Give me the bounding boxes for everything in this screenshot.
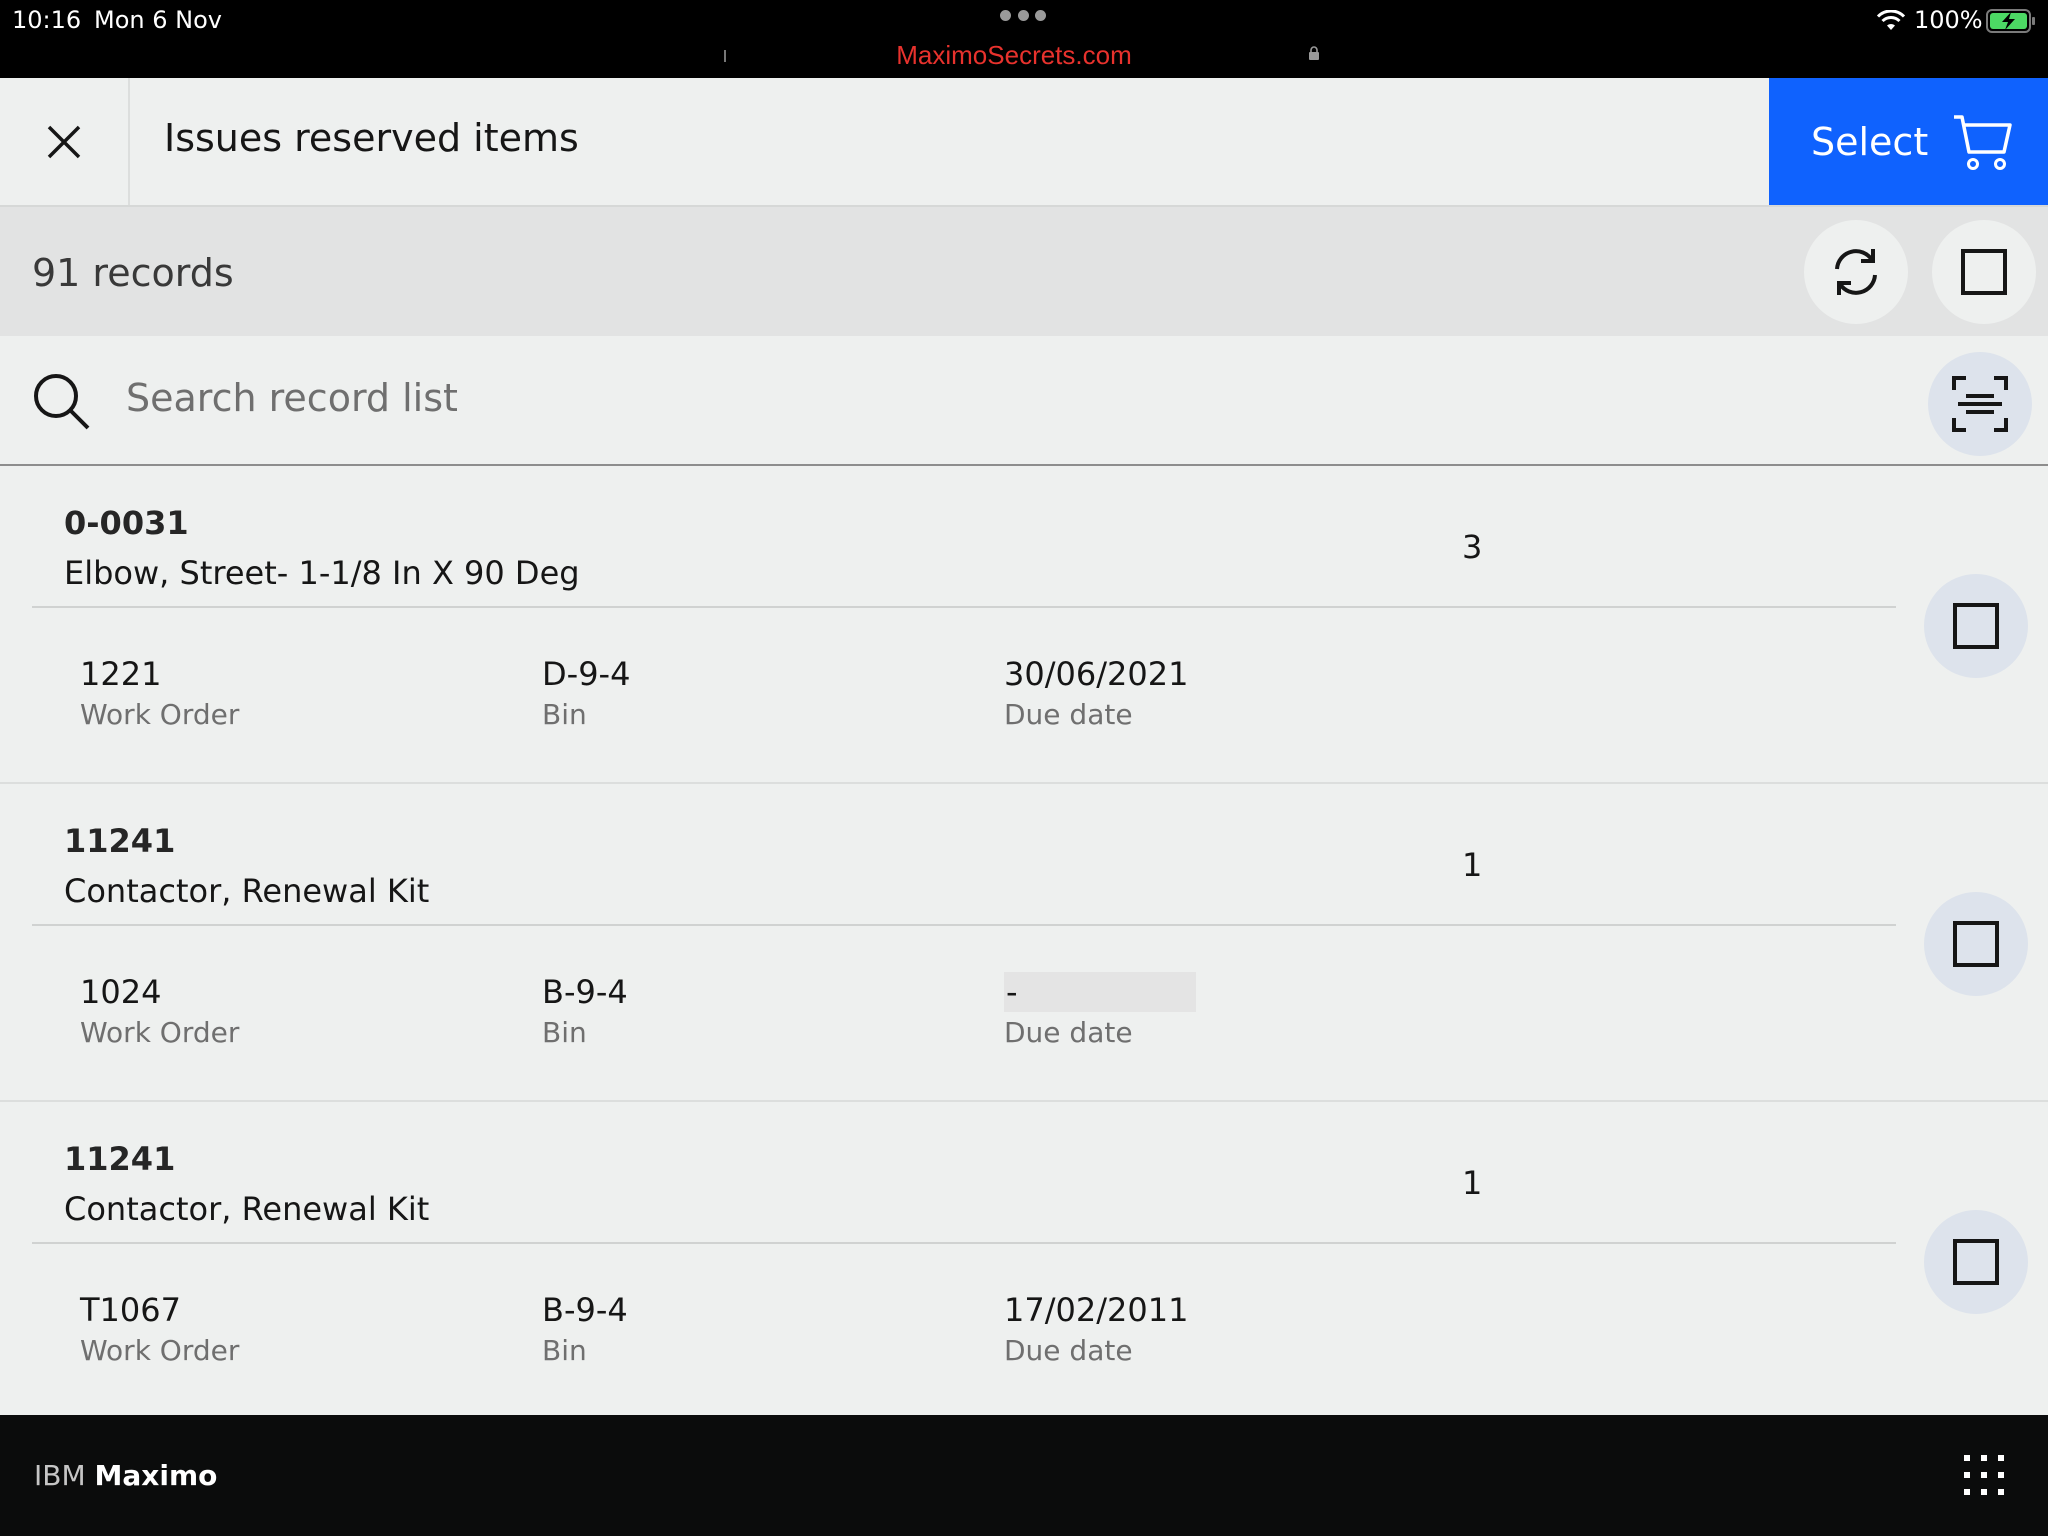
brand-logo: IBM Maximo <box>34 1459 217 1492</box>
bin-field: D-9-4 Bin <box>542 654 630 731</box>
battery-percentage: 100% <box>1914 6 1983 34</box>
due-date-field: - Due date <box>1004 972 1196 1049</box>
record-select-checkbox[interactable] <box>1924 1210 2028 1314</box>
brand-prefix: IBM <box>34 1459 86 1492</box>
work-order-label: Work Order <box>80 1016 240 1049</box>
work-order-field: T1067 Work Order <box>80 1290 239 1367</box>
divider <box>32 1242 1896 1244</box>
record-card[interactable]: 11241 Contactor, Renewal Kit 1 1024 Work… <box>0 784 2048 1102</box>
search-bar <box>0 336 2048 466</box>
item-quantity: 1 <box>1462 846 1483 884</box>
divider <box>32 606 1896 608</box>
app-header: Issues reserved items Select <box>0 78 2048 207</box>
status-time: 10:16 <box>12 6 82 34</box>
due-date-value: - <box>1004 972 1196 1012</box>
records-toolbar: 91 records <box>0 207 2048 336</box>
work-order-field: 1221 Work Order <box>80 654 239 731</box>
record-card[interactable]: 0-0031 Elbow, Street- 1-1/8 In X 90 Deg … <box>0 466 2048 784</box>
lock-icon <box>1309 46 1319 60</box>
work-order-label: Work Order <box>80 1334 240 1367</box>
shopping-cart-icon <box>1954 115 2012 170</box>
work-order-label: Work Order <box>80 698 240 731</box>
select-button-label: Select <box>1811 119 1929 164</box>
item-description: Contactor, Renewal Kit <box>64 1190 430 1228</box>
battery-charging-icon <box>1986 9 2035 33</box>
due-date-field: 30/06/2021 Due date <box>1004 654 1188 731</box>
record-select-checkbox[interactable] <box>1924 892 2028 996</box>
due-date-value: 30/06/2021 <box>1004 655 1189 693</box>
record-list: 0-0031 Elbow, Street- 1-1/8 In X 90 Deg … <box>0 466 2048 1420</box>
work-order-value: T1067 <box>80 1291 181 1329</box>
search-input[interactable] <box>126 366 1826 430</box>
record-select-checkbox[interactable] <box>1924 574 2028 678</box>
browser-url[interactable]: MaximoSecrets.com <box>0 40 2028 71</box>
checkbox-icon <box>1953 603 1999 649</box>
records-count: 91 records <box>32 251 234 295</box>
multitasking-dots-icon[interactable] <box>1000 10 1046 24</box>
bin-field: B-9-4 Bin <box>542 972 628 1049</box>
search-icon <box>34 374 90 430</box>
record-card[interactable]: 11241 Contactor, Renewal Kit 1 T1067 Wor… <box>0 1102 2048 1420</box>
select-all-checkbox[interactable] <box>1932 220 2036 324</box>
item-quantity: 3 <box>1462 528 1483 566</box>
item-number: 11241 <box>64 1140 176 1178</box>
app-switcher-icon[interactable] <box>1964 1455 2004 1495</box>
bin-value: B-9-4 <box>542 1291 628 1329</box>
app-footer: IBM Maximo <box>0 1415 2048 1536</box>
work-order-value: 1024 <box>80 973 162 1011</box>
bin-label: Bin <box>542 1016 587 1049</box>
wifi-icon <box>1876 10 1906 30</box>
due-date-label: Due date <box>1004 1016 1133 1049</box>
due-date-value: 17/02/2011 <box>1004 1291 1189 1329</box>
work-order-field: 1024 Work Order <box>80 972 239 1049</box>
barcode-scan-icon <box>1952 376 2008 432</box>
page-title: Issues reserved items <box>164 116 579 160</box>
bin-label: Bin <box>542 1334 587 1367</box>
bin-value: B-9-4 <box>542 973 628 1011</box>
divider <box>32 924 1896 926</box>
checkbox-icon <box>1953 921 1999 967</box>
item-number: 11241 <box>64 822 176 860</box>
item-description: Elbow, Street- 1-1/8 In X 90 Deg <box>64 554 580 592</box>
status-bar: 10:16 Mon 6 Nov MaximoSecrets.com 100% <box>0 0 2048 78</box>
due-date-label: Due date <box>1004 698 1133 731</box>
bin-label: Bin <box>542 698 587 731</box>
barcode-scan-button[interactable] <box>1928 352 2032 456</box>
close-button[interactable] <box>0 78 130 205</box>
due-date-field: 17/02/2011 Due date <box>1004 1290 1188 1367</box>
bin-value: D-9-4 <box>542 655 631 693</box>
item-quantity: 1 <box>1462 1164 1483 1202</box>
checkbox-icon <box>1953 1239 1999 1285</box>
item-description: Contactor, Renewal Kit <box>64 872 430 910</box>
select-button[interactable]: Select <box>1769 78 2048 205</box>
due-date-label: Due date <box>1004 1334 1133 1367</box>
refresh-button[interactable] <box>1804 220 1908 324</box>
refresh-icon <box>1835 249 1877 295</box>
close-icon <box>47 125 81 158</box>
status-date: Mon 6 Nov <box>94 6 222 34</box>
bin-field: B-9-4 Bin <box>542 1290 628 1367</box>
brand-name: Maximo <box>94 1459 218 1492</box>
work-order-value: 1221 <box>80 655 162 693</box>
checkbox-icon <box>1961 249 2007 295</box>
item-number: 0-0031 <box>64 504 189 542</box>
